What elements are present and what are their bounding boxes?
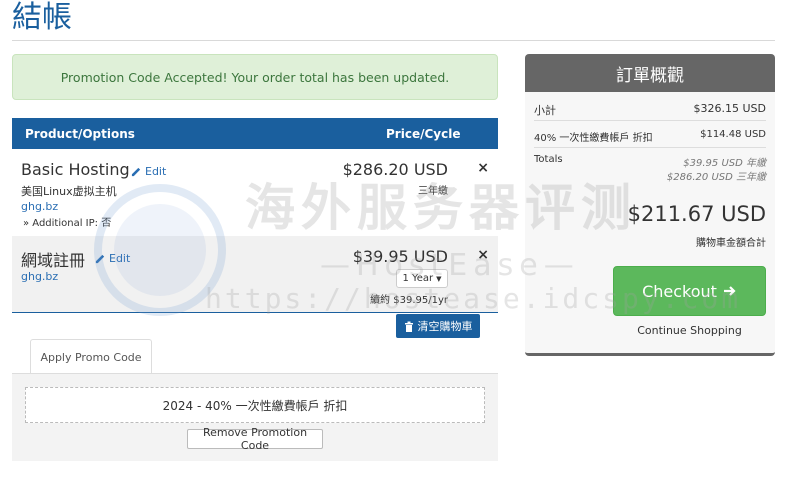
renewal-price: 續約 $39.95/1yr [370, 295, 448, 306]
trash-icon [404, 321, 413, 332]
edit-hosting-link[interactable]: Edit [131, 165, 166, 178]
cart-item-hosting: Basic Hosting Edit 美国Linux虚拟主机 ghg.bz » … [12, 149, 498, 236]
grand-total: $211.67 USD [627, 202, 766, 226]
edit-domain-link[interactable]: Edit [95, 252, 130, 265]
header-product-options: Product/Options [25, 127, 135, 141]
remove-promo-button[interactable]: Remove Promotion Code [187, 426, 323, 452]
divider [534, 147, 766, 148]
checkout-label: Checkout [642, 281, 717, 301]
summary-title: 訂單概觀 [525, 54, 775, 92]
order-summary: 訂單概觀 小計 $326.15 USD 40% 一次性繳費帳戶 折扣 $114.… [525, 54, 775, 356]
pencil-icon [131, 167, 141, 177]
item-price: $286.20 USD [342, 160, 448, 179]
edit-label: Edit [145, 165, 167, 178]
caret-down-icon: ▼ [436, 274, 442, 283]
totals-line-triennial: $286.20 USD 三年繳 [666, 172, 766, 183]
subtotal-value: $326.15 USD [693, 102, 767, 115]
tab-apply-promo[interactable]: Apply Promo Code [30, 339, 152, 374]
applied-promo-code: 2024 - 40% 一次性繳費帳戶 折扣 [25, 387, 485, 423]
page-title: 結帳 [12, 0, 72, 35]
arrow-right-icon [723, 286, 736, 296]
remove-item-button[interactable]: × [477, 160, 489, 176]
subtotal-row: 小計 $326.15 USD [534, 102, 766, 118]
item-option: » Additional IP: 否 [23, 218, 112, 229]
item-name: 網域註冊 [21, 251, 86, 270]
edit-label: Edit [109, 252, 131, 265]
checkout-button[interactable]: Checkout [613, 266, 766, 316]
promo-panel: 2024 - 40% 一次性繳費帳戶 折扣 Remove Promotion C… [12, 373, 498, 461]
cart-item-domain: 網域註冊 Edit ghg.bz $39.95 USD 1 Year ▼ 續約 … [12, 236, 498, 313]
continue-shopping-link[interactable]: Continue Shopping [613, 324, 766, 337]
discount-label: 40% 一次性繳費帳戶 折扣 [534, 133, 653, 144]
item-description: 美国Linux虚拟主机 [21, 185, 117, 198]
remove-item-button[interactable]: × [477, 247, 489, 263]
item-cycle: 三年繳 [418, 186, 448, 197]
title-divider [12, 40, 775, 41]
item-domain: ghg.bz [21, 270, 59, 283]
empty-cart-button[interactable]: 清空購物車 [396, 314, 480, 338]
header-price-cycle: Price/Cycle [386, 127, 461, 141]
promo-success-alert: Promotion Code Accepted! Your order tota… [12, 54, 498, 100]
pencil-icon [95, 254, 105, 264]
discount-value: $114.48 USD [700, 129, 766, 140]
item-name: Basic Hosting [21, 160, 130, 179]
grand-total-label: 購物車金額合計 [696, 238, 766, 249]
item-domain: ghg.bz [21, 200, 59, 213]
divider [534, 120, 766, 121]
empty-cart-label: 清空購物車 [417, 320, 473, 333]
period-select-value: 1 Year [402, 273, 434, 284]
period-select[interactable]: 1 Year ▼ [396, 269, 448, 288]
totals-line-annual: $39.95 USD 年繳 [683, 158, 766, 169]
item-price: $39.95 USD [352, 247, 448, 266]
discount-row: 40% 一次性繳費帳戶 折扣 $114.48 USD [534, 129, 766, 144]
cart-table-header: Product/Options Price/Cycle [12, 118, 498, 149]
subtotal-label: 小計 [534, 104, 556, 117]
